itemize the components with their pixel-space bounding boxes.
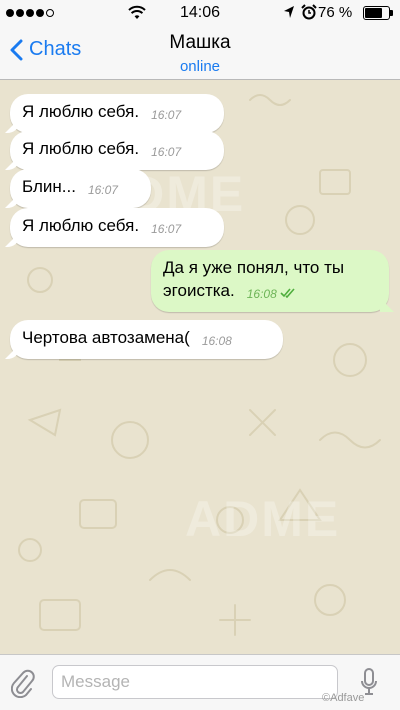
location-arrow-icon — [284, 6, 294, 18]
navigation-bar: Chats Машка online — [0, 26, 400, 80]
watermark: ADME — [175, 80, 330, 83]
message-time: 16:07 — [87, 183, 118, 197]
chat-screen: 14:06 76 % Chats Машка online ADME ADME … — [0, 0, 400, 710]
contact-header[interactable]: Машка online — [0, 32, 400, 75]
battery-percent: 76 % — [318, 4, 353, 21]
message-time: 16:07 — [151, 222, 182, 236]
message-input[interactable] — [52, 665, 338, 699]
message-time: 16:07 — [151, 108, 182, 122]
incoming-message[interactable]: Чертова автозамена( 16:08 — [10, 320, 283, 359]
incoming-message[interactable]: Блин... 16:07 — [10, 169, 151, 208]
incoming-message[interactable]: Я люблю себя. 16:07 — [10, 208, 224, 247]
outgoing-message[interactable]: Да я уже понял, что ты эгоистка. 16:08 — [151, 250, 389, 312]
incoming-message[interactable]: Я люблю себя. 16:07 — [10, 94, 224, 133]
message-text: Я люблю себя. — [22, 139, 140, 158]
contact-status: online — [179, 58, 221, 75]
status-icons — [283, 4, 317, 20]
chat-wallpaper: ADME ADME ADME Я люблю себя.16:07Я люблю… — [0, 80, 400, 654]
credit-text: ©Adfave — [322, 692, 365, 704]
status-bar: 14:06 76 % — [0, 0, 400, 26]
battery-icon — [363, 6, 393, 20]
message-text: Я люблю себя. — [22, 216, 140, 235]
incoming-message[interactable]: Я люблю себя. 16:07 — [10, 131, 224, 170]
message-time: 16:08 — [246, 287, 277, 301]
contact-name: Машка — [169, 32, 231, 53]
battery-level-fill — [365, 8, 383, 18]
message-text: Чертова автозамена( — [22, 328, 190, 347]
watermark: ADME — [185, 491, 341, 547]
paperclip-icon[interactable] — [11, 668, 35, 698]
alarm-icon — [301, 4, 317, 20]
message-time: 16:07 — [151, 145, 182, 159]
read-receipt-icon — [280, 288, 295, 298]
message-time: 16:08 — [201, 334, 232, 348]
message-text: Я люблю себя. — [22, 102, 140, 121]
message-text: Блин... — [22, 177, 76, 196]
